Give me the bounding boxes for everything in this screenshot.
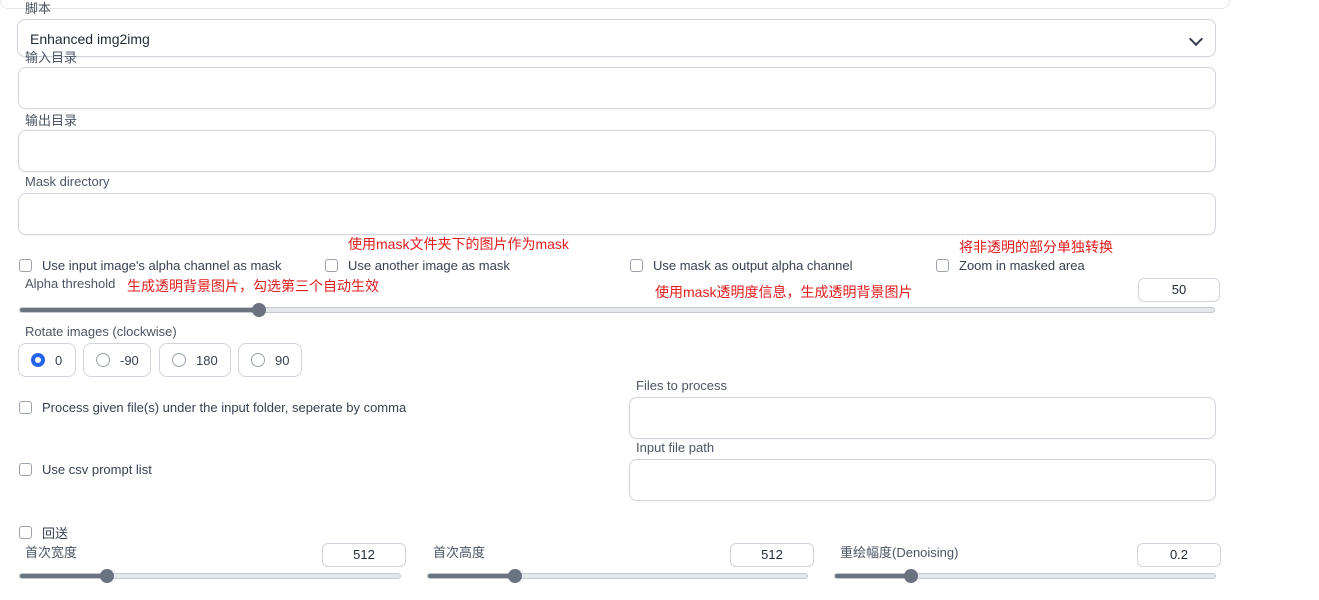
checkbox-box[interactable]	[19, 526, 32, 539]
denoising-number[interactable]: 0.2	[1137, 543, 1221, 567]
rotate-option-label: 0	[55, 352, 63, 368]
rotate-option-label: 180	[196, 352, 218, 368]
checkbox-box[interactable]	[19, 401, 32, 414]
mask-dir-field[interactable]	[18, 193, 1216, 235]
checkbox-box[interactable]	[325, 259, 338, 272]
output-dir-field[interactable]	[18, 130, 1216, 172]
slider-fill	[20, 574, 108, 578]
rotate-option-180[interactable]: 180	[159, 343, 231, 377]
first-height-label: 首次高度	[433, 545, 486, 560]
another-mask-checkbox[interactable]: Use another image as mask	[325, 258, 510, 273]
rotate-option-90[interactable]: 90	[238, 343, 302, 377]
chevron-down-icon	[1188, 31, 1204, 47]
alpha-threshold-annotation: 生成透明背景图片，勾选第三个自动生效	[127, 278, 379, 294]
input-file-path-field[interactable]	[629, 459, 1216, 501]
input-dir-label: 输入目录	[25, 50, 78, 65]
feedback-checkbox-label: 回送	[42, 526, 69, 541]
alpha-mask-checkbox-label: Use input image's alpha channel as mask	[42, 258, 282, 273]
alpha-mask-checkbox[interactable]: Use input image's alpha channel as mask	[19, 258, 282, 273]
files-to-process-field[interactable]	[629, 397, 1216, 439]
slider-thumb[interactable]	[904, 569, 918, 583]
checkbox-box[interactable]	[19, 259, 32, 272]
csv-prompt-checkbox-label: Use csv prompt list	[42, 462, 152, 477]
alpha-threshold-slider[interactable]	[19, 303, 1215, 317]
mask-output-alpha-checkbox-label: Use mask as output alpha channel	[653, 258, 853, 273]
first-height-slider[interactable]	[427, 569, 808, 583]
slider-fill	[835, 574, 911, 578]
feedback-checkbox[interactable]: 回送	[19, 523, 68, 542]
csv-prompt-checkbox[interactable]: Use csv prompt list	[19, 462, 152, 477]
files-to-process-label: Files to process	[636, 378, 728, 393]
slider-thumb[interactable]	[251, 303, 266, 317]
radio-icon	[96, 353, 110, 367]
alpha-threshold-label: Alpha threshold	[25, 276, 116, 291]
process-files-checkbox-label: Process given file(s) under the input fo…	[42, 400, 407, 415]
input-file-path-label: Input file path	[636, 440, 715, 455]
output-dir-label: 输出目录	[25, 113, 78, 128]
first-width-number[interactable]: 512	[322, 543, 406, 567]
mask-output-annotation: 使用mask透明度信息，生成透明背景图片	[655, 284, 913, 300]
first-width-label: 首次宽度	[25, 545, 78, 560]
rotate-option-label: 90	[275, 352, 290, 368]
radio-icon	[251, 353, 265, 367]
section-top-border	[0, 0, 1230, 9]
checkbox-box[interactable]	[19, 463, 32, 476]
mask-dir-label: Mask directory	[25, 174, 110, 189]
radio-icon	[172, 353, 186, 367]
first-width-slider[interactable]	[19, 569, 401, 583]
zoom-annotation: 将非透明的部分单独转换	[959, 239, 1113, 255]
slider-fill	[428, 574, 516, 578]
rotate-label: Rotate images (clockwise)	[25, 324, 177, 339]
alpha-threshold-number[interactable]: 50	[1138, 278, 1220, 302]
rotate-option-label: -90	[120, 352, 139, 368]
denoising-slider[interactable]	[834, 569, 1216, 583]
first-height-number[interactable]: 512	[730, 543, 814, 567]
slider-thumb[interactable]	[100, 569, 115, 583]
radio-selected-icon	[31, 353, 45, 367]
slider-thumb[interactable]	[508, 569, 523, 583]
denoising-label: 重绘幅度(Denoising)	[840, 545, 959, 560]
slider-fill	[20, 308, 259, 312]
script-dropdown[interactable]: Enhanced img2img	[17, 19, 1216, 57]
script-dropdown-value: Enhanced img2img	[30, 31, 150, 47]
another-mask-annotation: 使用mask文件夹下的图片作为mask	[348, 236, 569, 252]
zoom-masked-checkbox-label: Zoom in masked area	[959, 258, 1085, 273]
another-mask-checkbox-label: Use another image as mask	[348, 258, 510, 273]
checkbox-box[interactable]	[936, 259, 949, 272]
process-files-checkbox[interactable]: Process given file(s) under the input fo…	[19, 400, 406, 415]
mask-output-alpha-checkbox[interactable]: Use mask as output alpha channel	[630, 258, 852, 273]
input-dir-field[interactable]	[18, 67, 1216, 109]
rotate-option-neg90[interactable]: -90	[83, 343, 151, 377]
script-label: 脚本	[25, 1, 52, 16]
zoom-masked-checkbox[interactable]: Zoom in masked area	[936, 258, 1085, 273]
checkbox-box[interactable]	[630, 259, 643, 272]
rotate-option-0[interactable]: 0	[18, 343, 76, 377]
